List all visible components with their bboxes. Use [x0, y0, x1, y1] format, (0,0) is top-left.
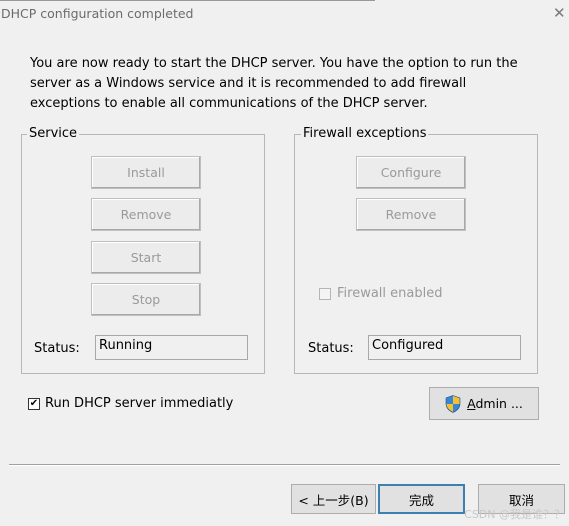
firewall-legend: Firewall exceptions	[301, 126, 429, 142]
remove-firewall-button[interactable]: Remove	[356, 198, 466, 231]
window-title: DHCP configuration completed	[1, 6, 194, 21]
stop-button[interactable]: Stop	[91, 283, 201, 316]
run-immediately-checkbox[interactable]: ✔	[28, 398, 40, 410]
admin-button[interactable]: Admin ...	[429, 387, 539, 420]
back-button[interactable]: < 上一步(B)	[291, 484, 376, 514]
finish-button[interactable]: 完成	[378, 484, 465, 514]
remove-service-button[interactable]: Remove	[91, 198, 201, 231]
intro-text: You are now ready to start the DHCP serv…	[30, 56, 518, 111]
firewall-status-label: Status:	[308, 341, 354, 356]
watermark-text: CSDN @我是谁？？	[464, 508, 565, 521]
install-button[interactable]: Install	[91, 156, 201, 189]
admin-button-label: Admin ...	[467, 396, 523, 411]
configure-button[interactable]: Configure	[356, 156, 466, 189]
service-status-field: Running	[95, 335, 248, 360]
firewall-status-field: Configured	[368, 335, 521, 360]
service-status-label: Status:	[34, 341, 80, 356]
uac-shield-icon	[445, 394, 461, 413]
footer-separator-highlight	[9, 465, 560, 466]
service-legend: Service	[27, 126, 80, 142]
firewall-enabled-label: Firewall enabled	[337, 286, 443, 301]
run-immediately-label: Run DHCP server immediatly	[45, 396, 234, 411]
window-top-border	[0, 0, 375, 1]
close-icon[interactable]: ✕	[553, 3, 566, 23]
start-button[interactable]: Start	[91, 241, 201, 274]
firewall-enabled-checkbox[interactable]	[319, 288, 331, 300]
